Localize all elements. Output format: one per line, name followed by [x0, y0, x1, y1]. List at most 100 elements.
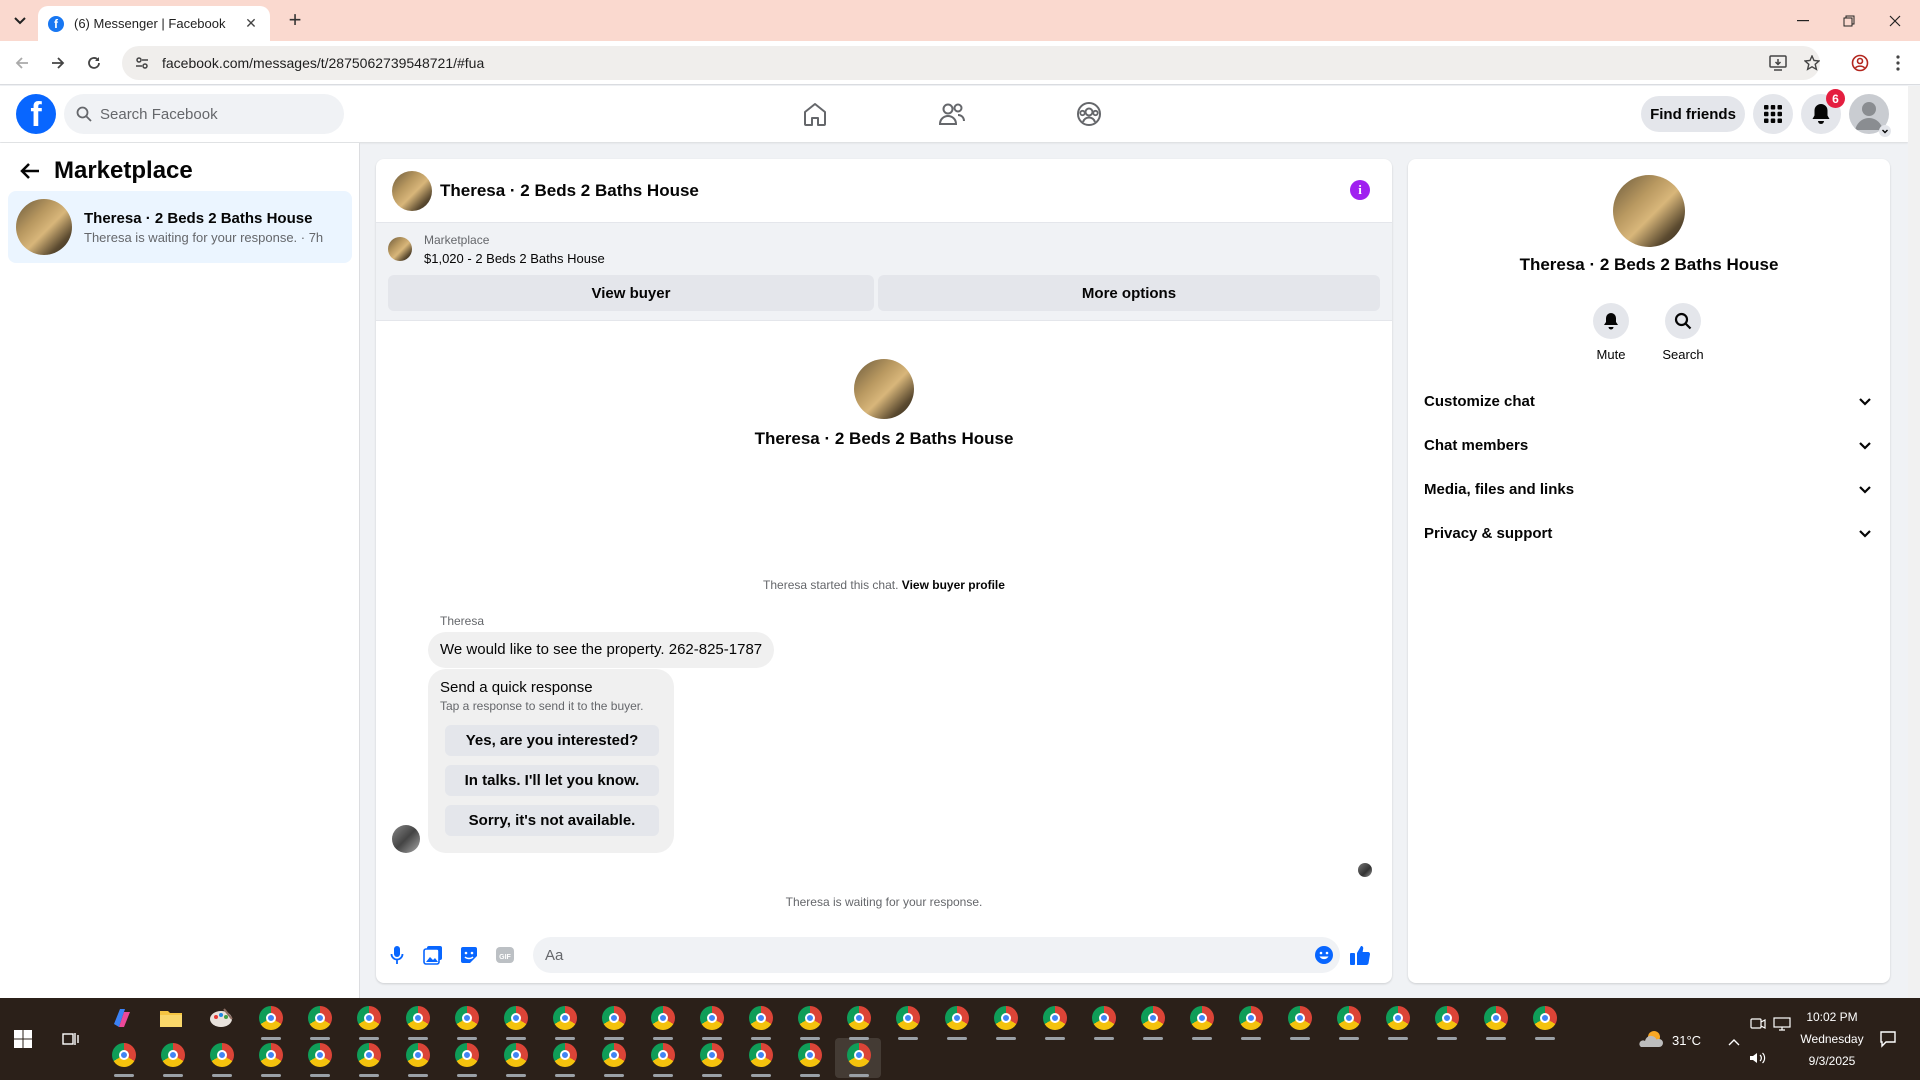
back-button[interactable]	[10, 51, 34, 75]
like-button[interactable]	[1348, 943, 1372, 967]
emoji-button[interactable]	[1312, 943, 1336, 967]
file-explorer-icon[interactable]	[157, 1004, 185, 1032]
chrome-window-icon[interactable]	[1335, 1004, 1363, 1032]
chrome-window-icon[interactable]	[551, 1041, 579, 1069]
close-tab-icon[interactable]: ✕	[242, 15, 260, 32]
url-text[interactable]: facebook.com/messages/t/2875062739548721…	[162, 55, 484, 71]
nav-groups[interactable]	[1033, 94, 1145, 134]
reload-button[interactable]	[82, 51, 106, 75]
chrome-window-icon[interactable]	[649, 1004, 677, 1032]
chrome-window-icon[interactable]	[1384, 1004, 1412, 1032]
chrome-window-icon[interactable]	[306, 1004, 334, 1032]
chrome-window-icon[interactable]	[453, 1004, 481, 1032]
chrome-window-icon[interactable]	[551, 1004, 579, 1032]
mute-action[interactable]: Mute	[1576, 303, 1646, 362]
browser-menu-button[interactable]	[1886, 51, 1910, 75]
privacy-support-section[interactable]: Privacy & support	[1424, 511, 1874, 555]
nav-home[interactable]	[759, 94, 871, 134]
sticker-button[interactable]	[457, 943, 481, 967]
chrome-window-icon[interactable]	[1531, 1004, 1559, 1032]
info-icon[interactable]: i	[1350, 180, 1370, 200]
chrome-window-icon[interactable]	[845, 1041, 873, 1069]
weather-temperature[interactable]: 31°C	[1672, 1033, 1701, 1048]
chrome-window-icon[interactable]	[845, 1004, 873, 1032]
browser-tab-messenger[interactable]: f (6) Messenger | Facebook ✕	[38, 6, 270, 41]
page-scrollbar[interactable]	[1908, 86, 1920, 998]
chat-avatar[interactable]	[392, 170, 432, 211]
task-view-button[interactable]	[57, 1025, 85, 1053]
attach-media-button[interactable]	[421, 943, 445, 967]
chrome-window-icon[interactable]	[698, 1041, 726, 1069]
chrome-window-icon[interactable]	[1237, 1004, 1265, 1032]
message-bubble[interactable]: We would like to see the property. 262-8…	[428, 632, 775, 668]
chrome-window-icon[interactable]	[1482, 1004, 1510, 1032]
chrome-window-icon[interactable]	[404, 1004, 432, 1032]
chrome-window-icon[interactable]	[159, 1041, 187, 1069]
chrome-window-icon[interactable]	[257, 1041, 285, 1069]
nav-friends[interactable]	[896, 94, 1008, 134]
chrome-window-icon[interactable]	[796, 1041, 824, 1069]
find-friends-button[interactable]: Find friends	[1641, 96, 1745, 132]
chrome-window-icon[interactable]	[453, 1041, 481, 1069]
bookmark-button[interactable]	[1800, 51, 1824, 75]
chat-title[interactable]: Theresa · 2 Beds 2 Baths House	[440, 181, 699, 201]
start-button[interactable]	[9, 1025, 37, 1053]
volume-icon[interactable]	[1744, 1044, 1772, 1072]
chat-members-section[interactable]: Chat members	[1424, 423, 1874, 467]
more-options-button[interactable]: More options	[878, 275, 1380, 311]
forward-button[interactable]	[46, 51, 70, 75]
chrome-window-icon[interactable]	[698, 1004, 726, 1032]
chrome-window-icon[interactable]	[1286, 1004, 1314, 1032]
chrome-window-icon[interactable]	[404, 1041, 432, 1069]
chrome-window-icon[interactable]	[600, 1004, 628, 1032]
chrome-window-icon[interactable]	[747, 1041, 775, 1069]
back-arrow-icon[interactable]	[20, 162, 40, 180]
facebook-logo[interactable]: f	[16, 94, 56, 134]
install-app-button[interactable]	[1766, 51, 1790, 75]
weather-icon[interactable]	[1638, 1026, 1666, 1054]
chrome-window-icon[interactable]	[355, 1004, 383, 1032]
listing-title[interactable]: $1,020 - 2 Beds 2 Baths House	[424, 251, 605, 266]
quick-response-yes[interactable]: Yes, are you interested?	[445, 725, 659, 756]
media-files-links-section[interactable]: Media, files and links	[1424, 467, 1874, 511]
minimize-button[interactable]	[1780, 0, 1826, 41]
message-input[interactable]	[533, 937, 1340, 973]
chrome-window-icon[interactable]	[110, 1041, 138, 1069]
chrome-window-icon[interactable]	[600, 1041, 628, 1069]
clock-time[interactable]: 10:02 PM	[1792, 1010, 1872, 1024]
chrome-window-icon[interactable]	[796, 1004, 824, 1032]
clock-date[interactable]: 9/3/2025	[1792, 1054, 1872, 1068]
chrome-window-icon[interactable]	[747, 1004, 775, 1032]
chrome-window-icon[interactable]	[257, 1004, 285, 1032]
restore-button[interactable]	[1826, 0, 1872, 41]
view-buyer-button[interactable]: View buyer	[388, 275, 874, 311]
chrome-window-icon[interactable]	[355, 1041, 383, 1069]
customize-chat-section[interactable]: Customize chat	[1424, 379, 1874, 423]
chrome-window-icon[interactable]	[1188, 1004, 1216, 1032]
profile-button[interactable]	[1848, 51, 1872, 75]
chrome-window-icon[interactable]	[208, 1041, 236, 1069]
menu-button[interactable]	[1753, 94, 1793, 134]
voice-clip-button[interactable]	[385, 943, 409, 967]
site-settings-icon[interactable]	[134, 55, 150, 71]
quick-response-not-available[interactable]: Sorry, it's not available.	[445, 805, 659, 836]
copilot-icon[interactable]	[108, 1004, 136, 1032]
chrome-window-icon[interactable]	[992, 1004, 1020, 1032]
facebook-search[interactable]	[64, 94, 344, 134]
chrome-window-icon[interactable]	[649, 1041, 677, 1069]
quick-response-in-talks[interactable]: In talks. I'll let you know.	[445, 765, 659, 796]
search-input[interactable]	[100, 105, 320, 123]
conversation-item[interactable]: Theresa · 2 Beds 2 Baths House Theresa i…	[8, 191, 352, 263]
chrome-window-icon[interactable]	[943, 1004, 971, 1032]
chrome-window-icon[interactable]	[306, 1041, 334, 1069]
address-bar[interactable]: facebook.com/messages/t/2875062739548721…	[122, 46, 1820, 80]
new-tab-button[interactable]: +	[283, 9, 307, 33]
clock-day[interactable]: Wednesday	[1792, 1032, 1872, 1046]
gif-button[interactable]: GIF	[493, 943, 517, 967]
tab-search-button[interactable]	[8, 10, 32, 32]
close-window-button[interactable]	[1872, 0, 1918, 41]
chrome-window-icon[interactable]	[502, 1041, 530, 1069]
view-buyer-profile-link[interactable]: View buyer profile	[902, 578, 1005, 592]
chrome-window-icon[interactable]	[1041, 1004, 1069, 1032]
account-chevron-icon[interactable]	[1879, 125, 1891, 137]
